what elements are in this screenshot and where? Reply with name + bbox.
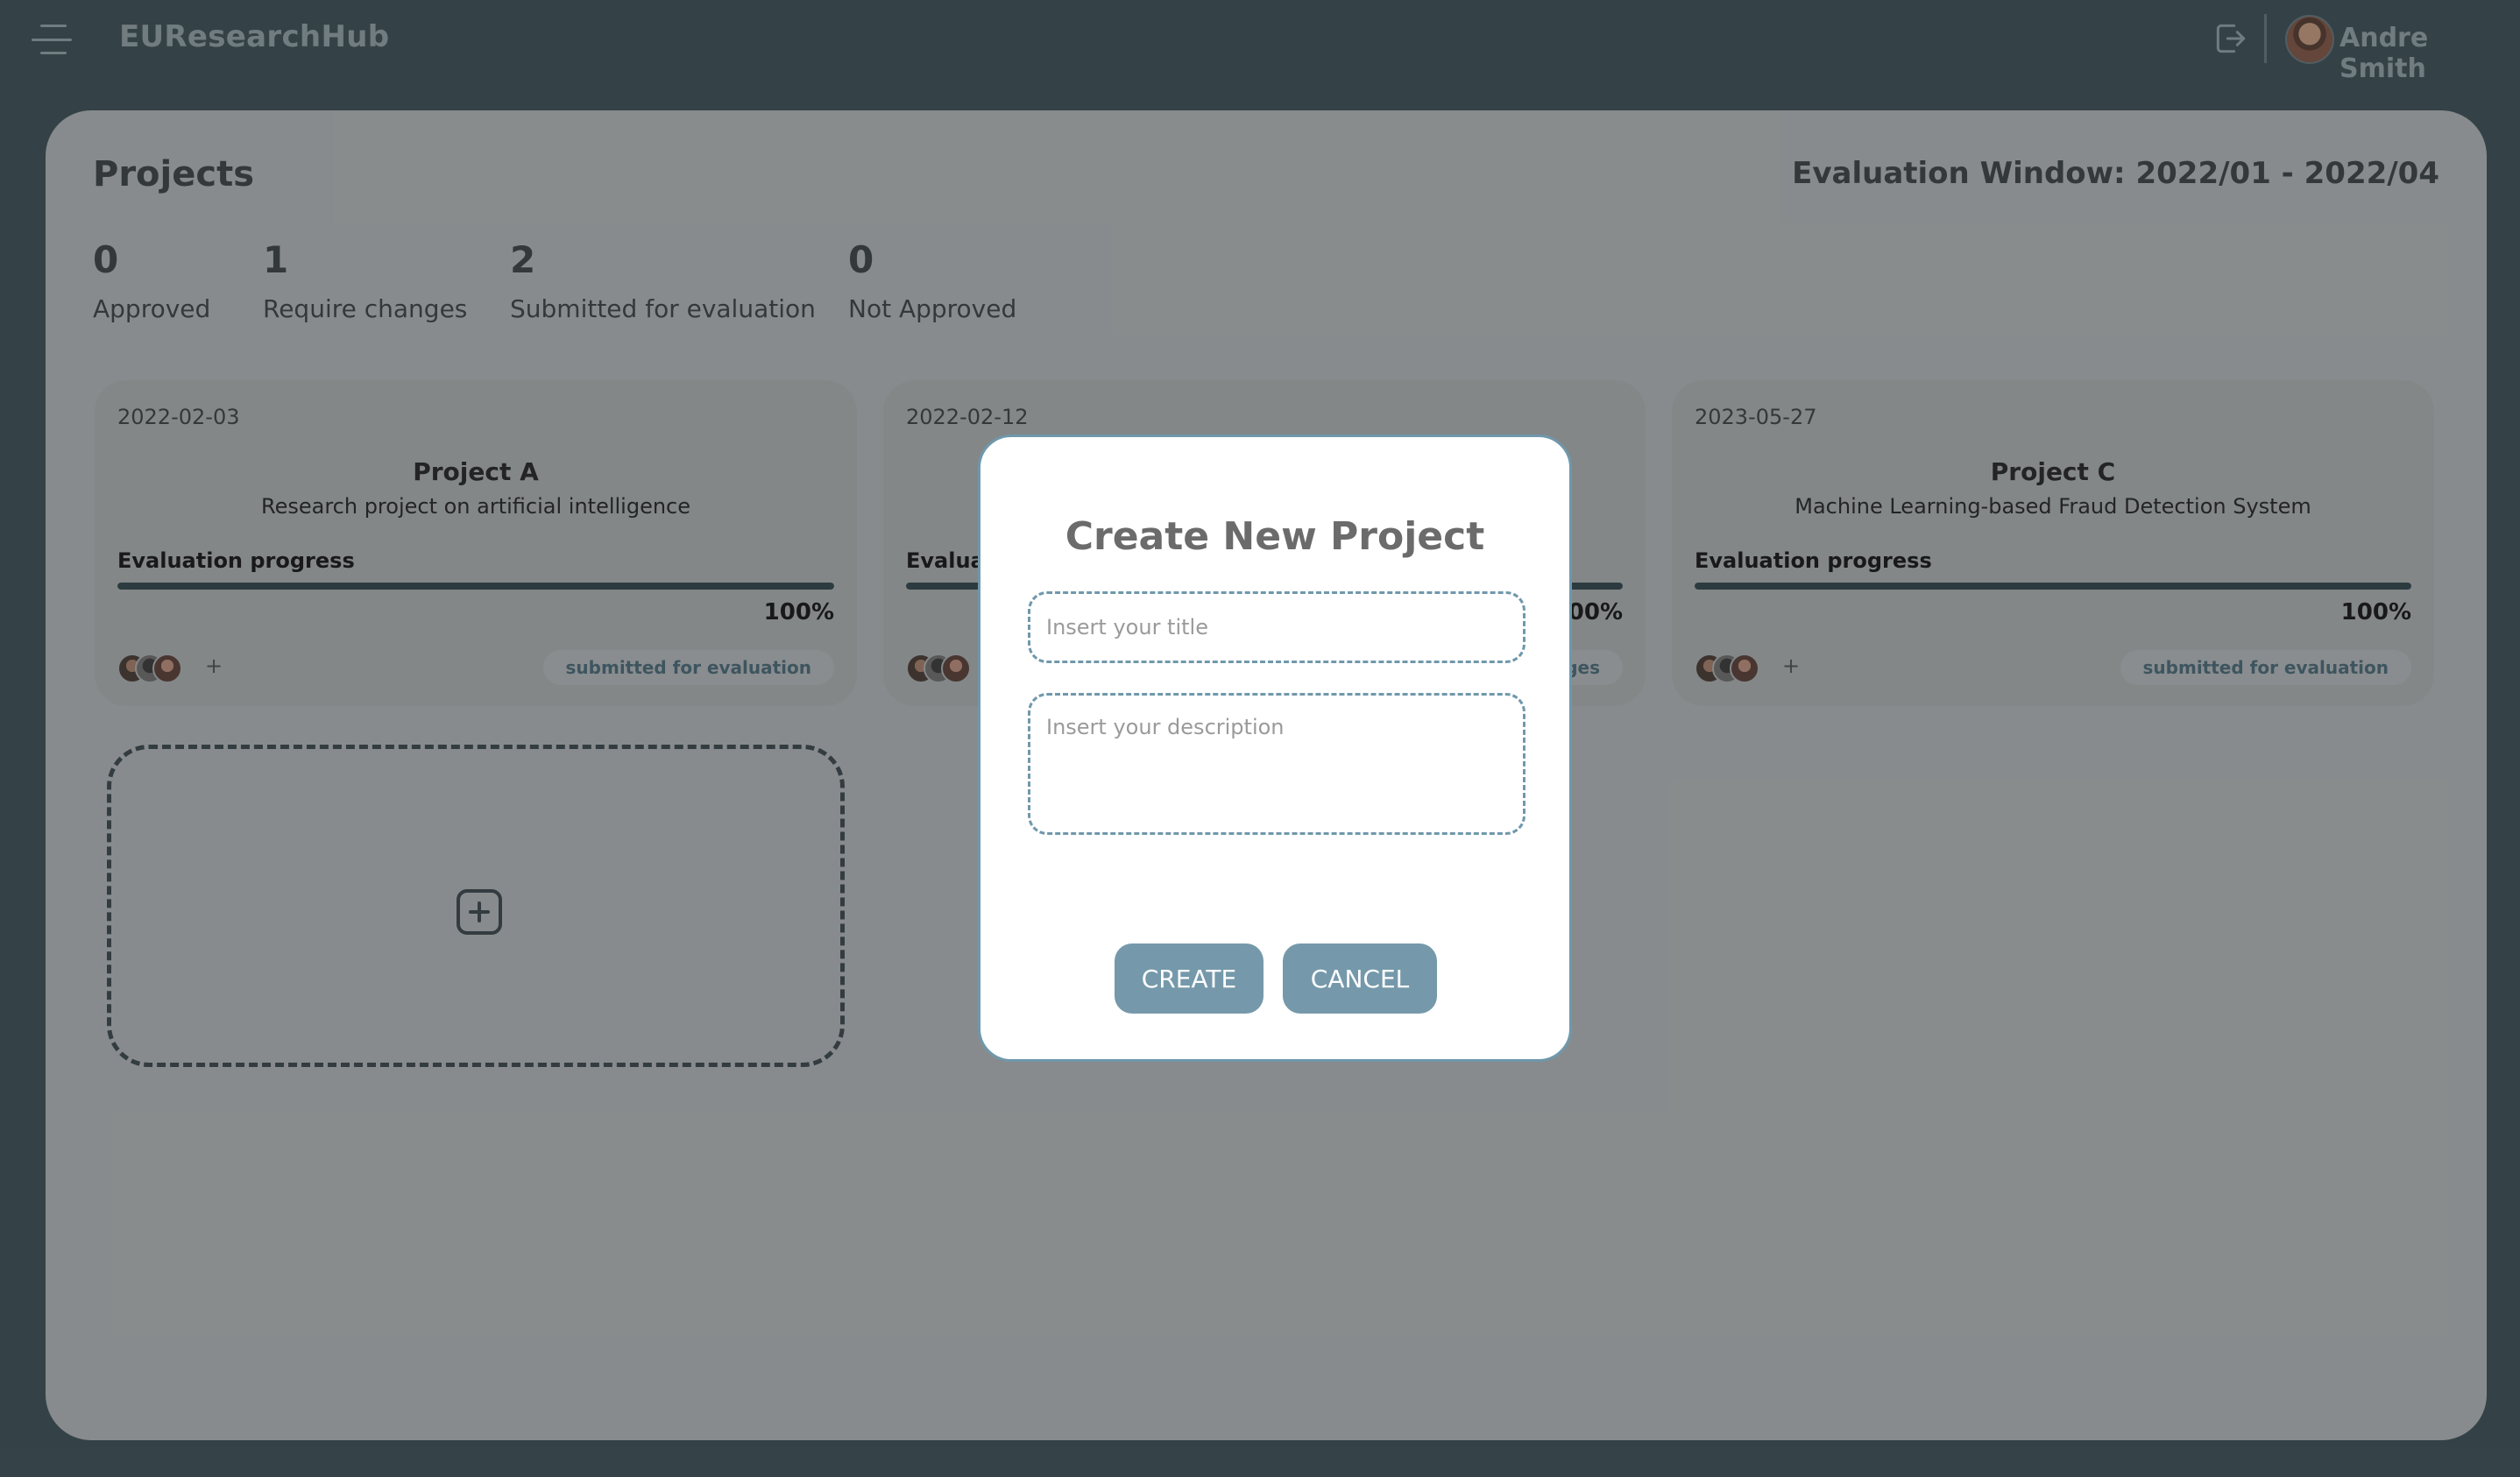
cancel-button[interactable]: CANCEL — [1283, 943, 1437, 1014]
create-project-modal: Create New Project CREATE CANCEL — [978, 435, 1572, 1062]
create-button[interactable]: CREATE — [1115, 943, 1264, 1014]
project-description-input[interactable] — [1028, 693, 1525, 835]
project-title-input[interactable] — [1028, 591, 1525, 663]
modal-title: Create New Project — [1065, 514, 1485, 559]
